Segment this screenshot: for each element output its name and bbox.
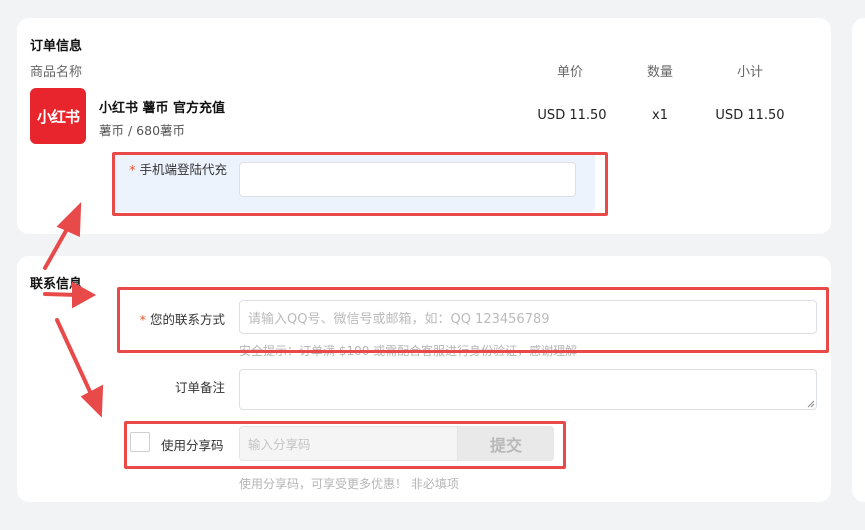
phone-login-input[interactable]	[239, 162, 576, 197]
contact-security-hint: 安全提示：订单满 $100 或需配合客服进行身份验证，感谢理解	[239, 344, 578, 358]
share-code-placeholder: 输入分享码	[248, 437, 311, 452]
right-panel-edge	[852, 18, 865, 502]
order-section-title: 订单信息	[30, 39, 83, 54]
order-info-card: 订单信息 商品名称 单价 数量 小计 小红书 小红书 薯币 官方充值 薯币 / …	[17, 18, 831, 234]
contact-method-label: * 您的联系方式	[117, 309, 225, 328]
resize-handle-icon[interactable]	[807, 400, 815, 408]
share-code-label: 使用分享码	[161, 438, 224, 453]
product-subtotal: USD 11.50	[715, 108, 785, 123]
share-code-input[interactable]: 输入分享码	[239, 426, 458, 461]
column-header-subtotal: 小计	[737, 65, 764, 80]
contact-method-input[interactable]: 请输入QQ号、微信号或邮箱，如：QQ 123456789	[239, 300, 817, 334]
contact-method-label-text: 您的联系方式	[149, 312, 225, 327]
order-note-label: 订单备注	[174, 380, 225, 395]
share-code-submit-button[interactable]: 提交	[458, 426, 554, 461]
product-logo: 小红书	[30, 88, 86, 144]
column-header-unit-price: 单价	[557, 65, 584, 80]
contact-info-card: 联系信息 * 您的联系方式 请输入QQ号、微信号或邮箱，如：QQ 12345678…	[17, 256, 831, 502]
required-star: *	[129, 162, 136, 177]
column-header-name: 商品名称	[30, 65, 83, 80]
product-quantity: x1	[652, 108, 668, 123]
required-star: *	[139, 312, 146, 327]
phone-login-label-text: 手机端登陆代充	[139, 162, 227, 177]
order-note-textarea[interactable]	[239, 369, 817, 410]
product-unit-price: USD 11.50	[537, 108, 607, 123]
share-code-hint: 使用分享码，可享受更多优惠！ 非必填项	[239, 477, 459, 491]
product-name: 小红书 薯币 官方充值	[99, 101, 226, 116]
product-variant: 薯币 / 680薯币	[99, 123, 186, 138]
share-code-checkbox[interactable]	[130, 432, 150, 452]
phone-login-label: * 手机端登陆代充	[125, 159, 227, 181]
column-header-quantity: 数量	[647, 65, 674, 80]
product-logo-text: 小红书	[36, 107, 80, 126]
contact-method-placeholder: 请输入QQ号、微信号或邮箱，如：QQ 123456789	[248, 311, 550, 327]
contact-section-title: 联系信息	[30, 277, 83, 292]
